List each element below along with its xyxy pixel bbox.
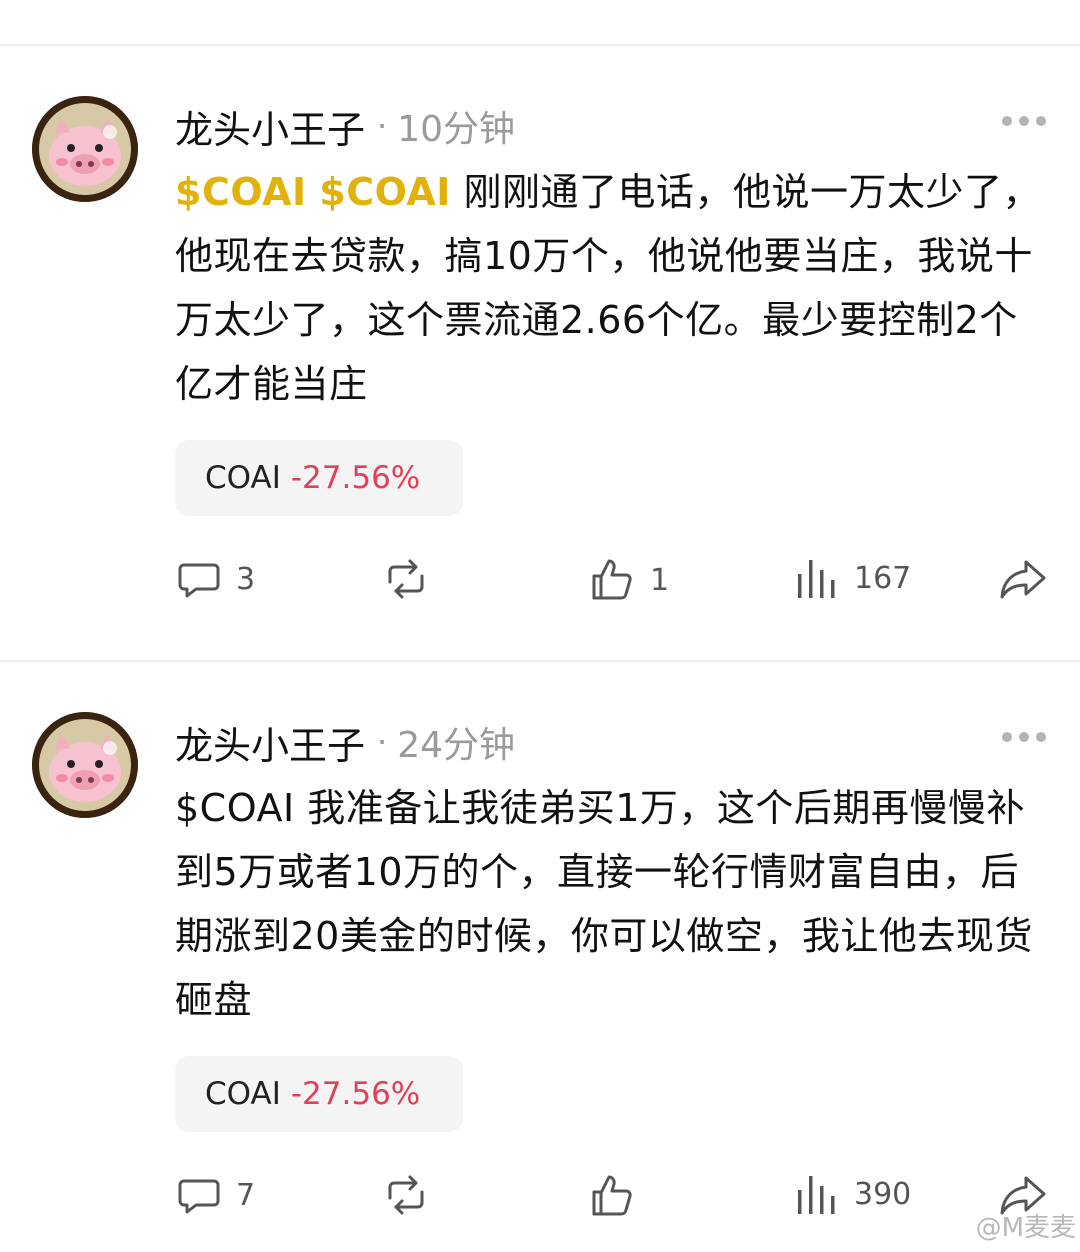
timestamp: 10分钟 [397,109,515,150]
username[interactable]: 龙头小王子 [175,99,365,154]
reply-button[interactable]: 3 [176,556,255,602]
comment-icon [178,563,220,598]
views-count: 390 [854,1176,912,1212]
separator: · [377,723,388,761]
post-header: 龙头小王子 · 10分钟 [175,96,515,156]
repost-button[interactable] [382,556,430,602]
post-text: $COAI 我准备让我徒弟买1万，这个后期再慢慢补到5万或者10万的个，直接一轮… [175,776,1050,1032]
repost-icon [388,559,424,599]
repost-icon [388,1175,424,1215]
more-options-icon[interactable] [1002,116,1046,126]
ticker-change: -27.56% [290,1076,421,1112]
separator: · [377,107,388,145]
views-button[interactable]: 390 [794,1172,911,1216]
reply-count: 7 [236,1177,256,1213]
action-bar: 7 390 [0,1172,1080,1232]
cashtag-link[interactable]: $COAI [319,170,451,214]
reply-count: 3 [236,561,256,597]
avatar[interactable] [32,96,138,202]
repost-button[interactable] [382,1172,430,1218]
thumbs-up-icon [592,559,632,600]
cashtag-link[interactable]: $COAI [175,786,295,830]
timestamp: 24分钟 [397,725,515,766]
avatar[interactable] [32,712,138,818]
ticker-change: -27.56% [290,460,421,496]
ticker-name: COAI [205,460,281,496]
share-arrow-icon [1000,560,1046,599]
reply-button[interactable]: 7 [176,1172,255,1218]
ticker-name: COAI [205,1076,281,1112]
ticker-chip[interactable]: COAI -27.56% [175,440,463,516]
views-chart-icon [798,1176,835,1214]
post-body: 我准备让我徒弟买1万，这个后期再慢慢补到5万或者10万的个，直接一轮行情财富自由… [175,786,1033,1022]
pig-avatar-icon [32,712,138,818]
comment-icon [178,1179,220,1214]
post-divider [0,660,1080,662]
top-divider [0,44,1080,46]
post-header: 龙头小王子 · 24分钟 [175,712,515,772]
action-bar: 3 1 167 [0,556,1080,616]
views-chart-icon [798,560,835,598]
views-button[interactable]: 167 [794,556,911,600]
like-button[interactable] [588,1172,650,1220]
pig-avatar-icon [32,96,138,202]
more-options-icon[interactable] [1002,732,1046,742]
ticker-chip[interactable]: COAI -27.56% [175,1056,463,1132]
username[interactable]: 龙头小王子 [175,715,365,770]
watermark: @M麦麦 [975,1213,1076,1243]
like-count: 1 [650,562,670,598]
cashtag-link[interactable]: $COAI [175,170,307,214]
thumbs-up-icon [592,1175,632,1216]
views-count: 167 [854,560,912,596]
share-button[interactable] [998,556,1048,602]
like-button[interactable]: 1 [588,556,669,604]
post-text: $COAI $COAI 刚刚通了电话，他说一万太少了，他现在去贷款，搞10万个，… [175,160,1050,416]
